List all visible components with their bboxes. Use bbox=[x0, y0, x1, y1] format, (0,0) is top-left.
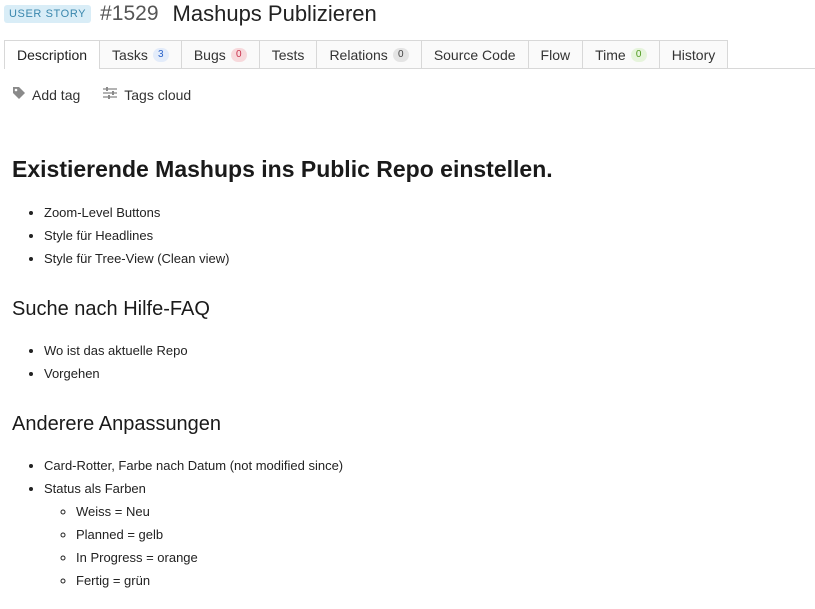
tab-label: Flow bbox=[540, 46, 571, 63]
list-item: Wo ist das aktuelle Repo bbox=[44, 339, 795, 362]
list-item: Weiss = Neu bbox=[76, 500, 795, 523]
entity-id: #1529 bbox=[100, 2, 159, 25]
tab-label: Tasks bbox=[112, 46, 148, 63]
tab-description[interactable]: Description bbox=[4, 40, 101, 69]
tags-cloud-label: Tags cloud bbox=[124, 86, 192, 103]
bullet-list: Card-Rotter, Farbe nach Datum (not modif… bbox=[12, 454, 795, 592]
bullet-list: Zoom-Level Buttons Style für Headlines S… bbox=[12, 201, 795, 270]
tasks-count-badge: 3 bbox=[152, 47, 169, 62]
add-tag-button[interactable]: Add tag bbox=[12, 86, 80, 103]
list-item: Status als Farben Weiss = Neu Planned = … bbox=[44, 477, 795, 592]
tag-toolbar: Add tag Tags cloud bbox=[12, 86, 213, 103]
description-heading: Existierende Mashups ins Public Repo ein… bbox=[12, 156, 553, 182]
nested-bullet-list: Weiss = Neu Planned = gelb In Progress =… bbox=[44, 500, 795, 592]
tab-relations[interactable]: Relations 0 bbox=[317, 40, 422, 68]
tab-label: Time bbox=[595, 46, 626, 63]
tags-cloud-button[interactable]: Tags cloud bbox=[102, 86, 191, 103]
tab-label: Relations bbox=[329, 46, 388, 63]
tab-time[interactable]: Time 0 bbox=[583, 40, 660, 68]
tab-tests[interactable]: Tests bbox=[259, 40, 318, 68]
list-item: Zoom-Level Buttons bbox=[44, 201, 795, 224]
tab-bugs[interactable]: Bugs 0 bbox=[181, 40, 260, 68]
list-item: Planned = gelb bbox=[76, 523, 795, 546]
tab-label: Tests bbox=[271, 46, 305, 63]
time-count-badge: 0 bbox=[630, 47, 647, 62]
relations-count-badge: 0 bbox=[392, 47, 409, 62]
list-item: In Progress = orange bbox=[76, 546, 795, 569]
entity-title[interactable]: Mashups Publizieren bbox=[173, 1, 377, 27]
list-item: Style für Tree-View (Clean view) bbox=[44, 247, 795, 270]
description-content: Existierende Mashups ins Public Repo ein… bbox=[12, 152, 795, 592]
list-item: Style für Headlines bbox=[44, 224, 795, 247]
tab-tasks[interactable]: Tasks 3 bbox=[100, 40, 182, 68]
list-item: Fertig = grün bbox=[76, 569, 795, 592]
list-item: Card-Rotter, Farbe nach Datum (not modif… bbox=[44, 454, 795, 477]
list-item-text: Status als Farben bbox=[44, 481, 146, 496]
bugs-count-badge: 0 bbox=[230, 47, 247, 62]
tab-history[interactable]: History bbox=[659, 40, 729, 68]
add-tag-label: Add tag bbox=[32, 86, 81, 103]
sliders-icon bbox=[102, 86, 124, 103]
tab-source-code[interactable]: Source Code bbox=[421, 40, 529, 68]
tab-label: History bbox=[671, 46, 716, 63]
tab-bar: Description Tasks 3 Bugs 0 Tests Relatio… bbox=[4, 40, 815, 69]
list-item: Vorgehen bbox=[44, 362, 795, 385]
tab-label: Bugs bbox=[193, 46, 226, 63]
entity-type-badge: USER STORY bbox=[4, 5, 92, 23]
tab-label: Description bbox=[17, 47, 88, 63]
section-heading: Suche nach Hilfe-FAQ bbox=[12, 298, 210, 320]
tab-label: Source Code bbox=[433, 46, 516, 63]
tab-flow[interactable]: Flow bbox=[528, 40, 584, 68]
section-heading: Anderere Anpassungen bbox=[12, 413, 222, 435]
entity-header: USER STORY #1529 Mashups Publizieren bbox=[4, 0, 377, 28]
tag-icon bbox=[12, 86, 32, 103]
bullet-list: Wo ist das aktuelle Repo Vorgehen bbox=[12, 339, 795, 385]
